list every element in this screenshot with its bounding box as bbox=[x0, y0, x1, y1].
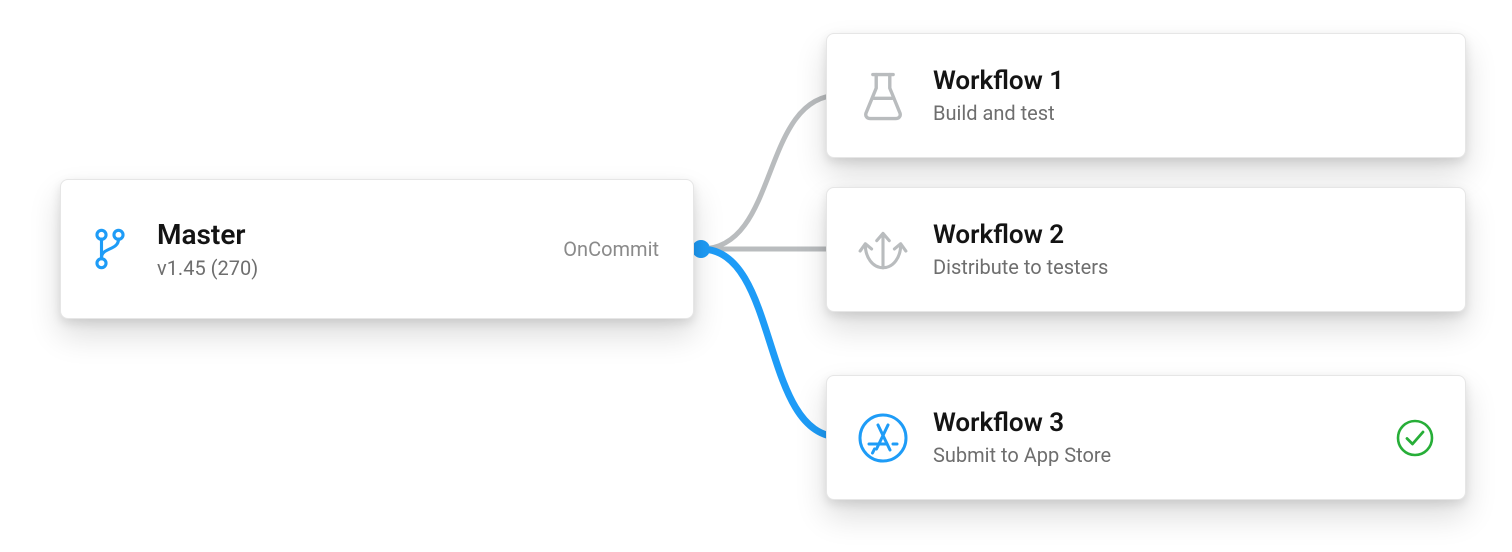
workflow-title: Workflow 1 bbox=[933, 66, 1437, 97]
status-success-icon bbox=[1393, 418, 1437, 458]
distribute-icon bbox=[855, 224, 911, 276]
flask-icon bbox=[855, 70, 911, 122]
workflow-title: Workflow 3 bbox=[933, 408, 1393, 439]
trigger-label: OnCommit bbox=[563, 237, 659, 261]
source-branch-title: Master bbox=[157, 218, 563, 252]
workflow-subtitle: Build and test bbox=[933, 101, 1437, 125]
workflow-title: Workflow 2 bbox=[933, 220, 1437, 251]
source-branch-card[interactable]: Master v1.45 (270) OnCommit bbox=[60, 179, 694, 319]
pipeline-diagram: Master v1.45 (270) OnCommit Workflow 1 B… bbox=[0, 0, 1512, 552]
workflow-subtitle: Distribute to testers bbox=[933, 255, 1437, 279]
git-branch-icon bbox=[89, 227, 131, 271]
workflow-card-2[interactable]: Workflow 2 Distribute to testers bbox=[826, 187, 1466, 312]
source-branch-version: v1.45 (270) bbox=[157, 256, 563, 280]
workflow-subtitle: Submit to App Store bbox=[933, 443, 1393, 467]
appstore-icon bbox=[855, 412, 911, 464]
workflow-card-1[interactable]: Workflow 1 Build and test bbox=[826, 33, 1466, 158]
workflow-card-3[interactable]: Workflow 3 Submit to App Store bbox=[826, 375, 1466, 500]
